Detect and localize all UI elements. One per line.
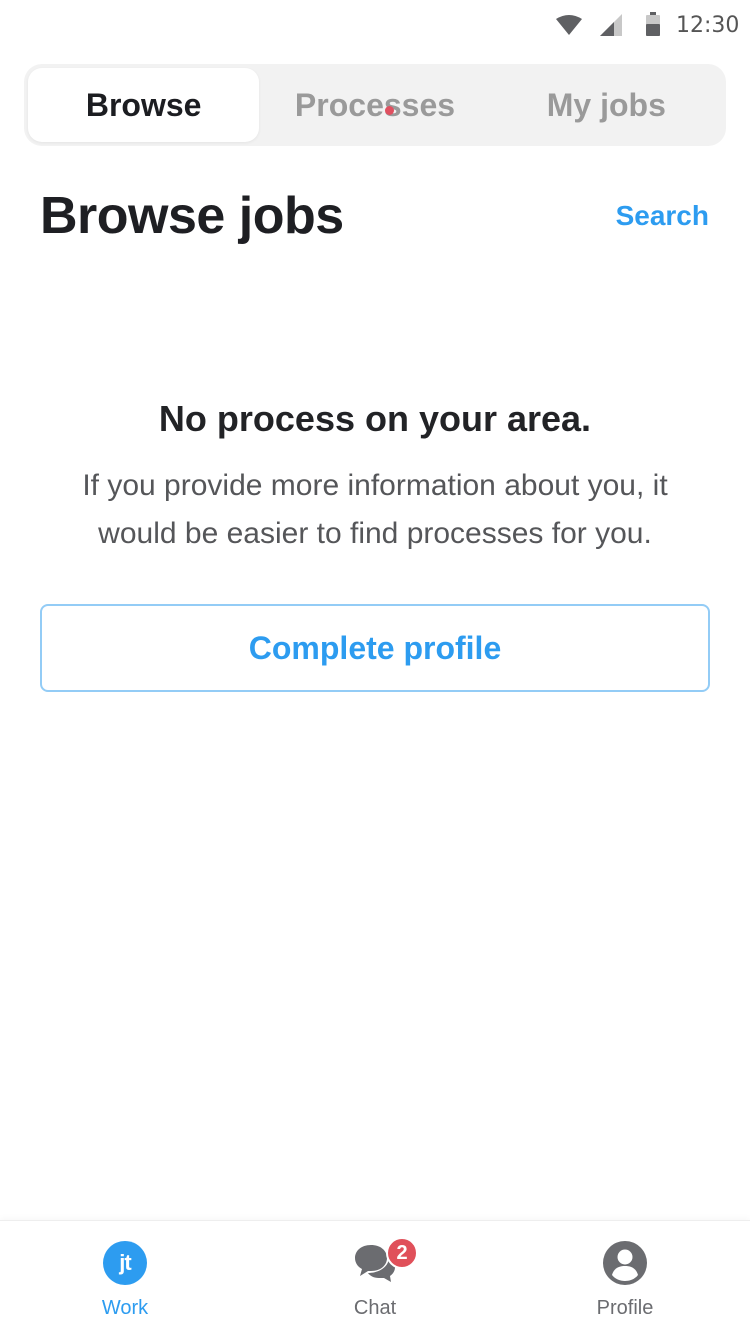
tab-my-jobs-label: My jobs: [546, 86, 666, 123]
chat-badge: 2: [386, 1237, 418, 1269]
tab-profile-label: Profile: [596, 1297, 654, 1319]
empty-state-title: No process on your area.: [158, 398, 592, 439]
tab-my-jobs[interactable]: My jobs: [491, 68, 722, 142]
tab-processes[interactable]: Processes: [259, 68, 490, 142]
logo-text: jt: [119, 1250, 131, 1275]
complete-profile-button[interactable]: Complete profile: [40, 604, 710, 692]
jt-logo-icon: jt: [103, 1241, 147, 1285]
top-segmented-control: Browse Processes My jobs: [24, 64, 726, 146]
tab-work[interactable]: jt Work: [0, 1221, 250, 1334]
tab-profile[interactable]: Profile: [500, 1221, 750, 1334]
tab-work-label: Work: [101, 1297, 149, 1319]
tab-browse[interactable]: Browse: [28, 68, 260, 142]
wifi-icon: [556, 15, 582, 35]
bottom-tab-bar: jt Work 2 Chat Profile: [0, 1220, 750, 1334]
status-bar: 12:30: [0, 0, 750, 52]
complete-profile-label: Complete profile: [248, 629, 502, 666]
tab-chat-label: Chat: [353, 1297, 397, 1319]
cell-signal-icon: [600, 14, 622, 36]
battery-icon: [646, 12, 660, 36]
search-link[interactable]: Search: [616, 200, 709, 232]
user-avatar-icon: [603, 1241, 647, 1285]
empty-state-description: If you provide more information about yo…: [82, 469, 668, 550]
tab-chat[interactable]: 2 Chat: [250, 1221, 500, 1334]
status-time: 12:30: [676, 13, 740, 38]
tab-processes-label: Processes: [294, 86, 456, 123]
tab-browse-label: Browse: [85, 86, 202, 123]
page-title: Browse jobs: [40, 187, 344, 245]
